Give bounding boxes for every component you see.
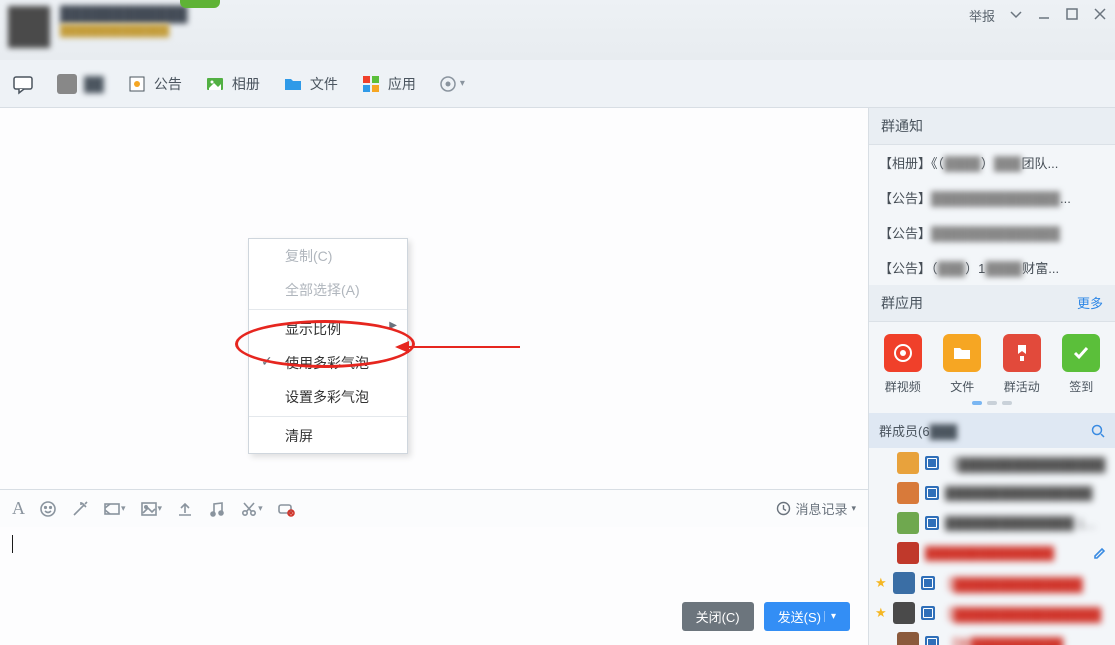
tab-bar: ██ 公告 相册 文件 应用 ▾: [0, 60, 1115, 108]
settings-dropdown[interactable]: ▾: [438, 74, 465, 94]
tab-announce[interactable]: 公告: [126, 73, 182, 95]
apps-icon: [360, 73, 382, 95]
album-icon: [204, 73, 226, 95]
report-link[interactable]: 举报: [969, 6, 995, 25]
ctx-set-bubble[interactable]: 设置多彩气泡: [249, 380, 407, 414]
member-row[interactable]: ★【██████████████: [869, 568, 1115, 598]
upload-tool[interactable]: [176, 500, 194, 518]
close-button[interactable]: 关闭(C): [682, 602, 754, 631]
app-activity[interactable]: 群活动: [1003, 334, 1041, 395]
image-tool[interactable]: ▾: [140, 500, 163, 518]
record-tool[interactable]: [277, 500, 295, 518]
notice-1[interactable]: 【相册】《（████）███团队...: [869, 145, 1115, 180]
app-file[interactable]: 文件: [943, 334, 981, 395]
folder-icon: [282, 73, 304, 95]
maximize-icon[interactable]: [1065, 7, 1079, 24]
titlebar: ████████████ ██████████████ 举报: [0, 0, 1115, 60]
ctx-clear[interactable]: 清屏: [249, 419, 407, 453]
member-row[interactable]: 【████████████████: [869, 448, 1115, 478]
app-video[interactable]: 群视频: [884, 334, 922, 395]
apps-more[interactable]: 更多: [1077, 293, 1103, 313]
group-avatar[interactable]: [8, 6, 50, 48]
music-tool[interactable]: [208, 500, 226, 518]
close-icon[interactable]: [1093, 7, 1107, 24]
input-toolbar: A ▾ ▾ ▾ 消息记录 ▾: [0, 489, 868, 527]
tab-apps[interactable]: 应用: [360, 73, 416, 95]
tab-file[interactable]: 文件: [282, 73, 338, 95]
text-cursor: [12, 535, 13, 553]
font-tool[interactable]: A: [12, 498, 25, 519]
chat-history[interactable]: 复制(C) 全部选择(A) 显示比例 使用多彩气泡 设置多彩气泡 清屏: [0, 108, 868, 489]
member-row[interactable]: 【眼██████████: [869, 628, 1115, 645]
ctx-copy[interactable]: 复制(C): [249, 239, 407, 273]
side-panel: 群通知 【相册】《（████）███团队... 【公告】████████████…: [869, 108, 1115, 645]
tab-chat[interactable]: [12, 73, 34, 95]
magic-tool[interactable]: [71, 500, 89, 518]
tab-blurred[interactable]: ██: [56, 73, 104, 95]
app-checkin[interactable]: 签到: [1062, 334, 1100, 395]
member-row[interactable]: ★【████████████████: [869, 598, 1115, 628]
chat-icon: [12, 73, 34, 95]
dropdown-icon[interactable]: [1009, 7, 1023, 24]
member-row[interactable]: ████████████████: [869, 478, 1115, 508]
group-title: ████████████: [60, 6, 188, 23]
notice-header: 群通知: [869, 108, 1115, 145]
minimize-icon[interactable]: [1037, 7, 1051, 24]
message-history[interactable]: 消息记录 ▾: [776, 499, 856, 518]
annotation-arrow: [395, 337, 525, 357]
emoji-tool[interactable]: [39, 500, 57, 518]
send-button[interactable]: 发送(S) ▾: [764, 602, 850, 631]
gif-tool[interactable]: ▾: [103, 500, 126, 518]
notice-2[interactable]: 【公告】██████████████...: [869, 180, 1115, 215]
member-row[interactable]: ██████████████ 1...: [869, 508, 1115, 538]
announce-icon: [126, 73, 148, 95]
ctx-select-all[interactable]: 全部选择(A): [249, 273, 407, 307]
context-menu: 复制(C) 全部选择(A) 显示比例 使用多彩气泡 设置多彩气泡 清屏: [248, 238, 408, 454]
notice-3[interactable]: 【公告】██████████████: [869, 215, 1115, 250]
search-icon[interactable]: [1091, 424, 1105, 438]
edit-icon[interactable]: [1093, 546, 1107, 560]
tab-album[interactable]: 相册: [204, 73, 260, 95]
apps-header: 群应用 更多: [869, 285, 1115, 322]
cut-tool[interactable]: ▾: [240, 500, 263, 518]
main-area: 复制(C) 全部选择(A) 显示比例 使用多彩气泡 设置多彩气泡 清屏 A ▾: [0, 108, 1115, 645]
ctx-use-bubble[interactable]: 使用多彩气泡: [249, 346, 407, 380]
apps-pager[interactable]: [869, 401, 1115, 413]
group-subtitle: ██████████████: [60, 25, 188, 37]
ctx-zoom[interactable]: 显示比例: [249, 312, 407, 346]
green-accent: [180, 0, 220, 8]
member-row[interactable]: ██████████████: [869, 538, 1115, 568]
message-input[interactable]: 关闭(C) 发送(S) ▾: [0, 527, 868, 645]
members-header: 群成员(6███: [869, 413, 1115, 448]
notice-4[interactable]: 【公告】（███）1████财富...: [869, 250, 1115, 285]
